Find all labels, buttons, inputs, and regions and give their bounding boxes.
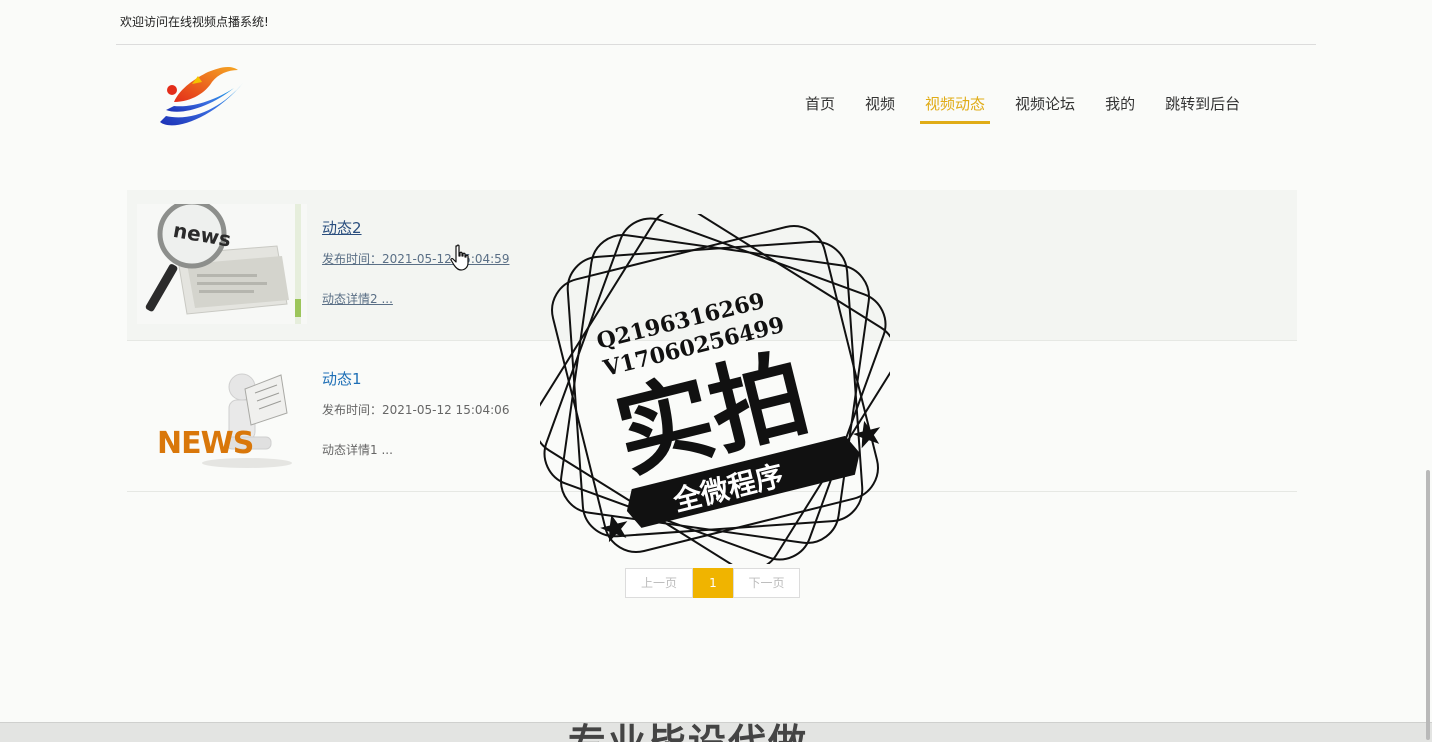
page-scrollbar[interactable] (1424, 148, 1432, 742)
next-page-button[interactable]: 下一页 (733, 568, 800, 598)
main-nav: 首页 视频 视频动态 视频论坛 我的 跳转到后台 (790, 84, 1255, 124)
pagination: 上一页 1 下一页 (625, 568, 800, 598)
nav-video[interactable]: 视频 (850, 84, 910, 124)
news-title-link[interactable]: 动态1 (322, 368, 362, 389)
news-magnifier-image: news (137, 204, 307, 324)
nav-admin[interactable]: 跳转到后台 (1150, 84, 1255, 124)
news-reader-figure-image: NEWS (137, 355, 307, 475)
stamp-graphic: Q2196316269 V17060256499 实拍 全微程序 (533, 207, 897, 571)
watermark-stamp: Q2196316269 V17060256499 实拍 全微程序 (533, 207, 897, 571)
logo-icon (160, 66, 244, 126)
news-publish-time: 发布时间：2021-05-12 15:04:06 (322, 403, 510, 417)
news-description[interactable]: 动态详情1 ... (322, 441, 393, 458)
news-thumbnail[interactable]: news (137, 204, 307, 324)
news-description[interactable]: 动态详情2 ... (322, 290, 393, 307)
prev-page-button[interactable]: 上一页 (625, 568, 693, 598)
nav-video-news[interactable]: 视频动态 (910, 84, 1000, 124)
news-title-link[interactable]: 动态2 (322, 217, 362, 238)
news-thumbnail[interactable]: NEWS (137, 355, 307, 475)
nav-mine[interactable]: 我的 (1090, 84, 1150, 124)
nav-home[interactable]: 首页 (790, 84, 850, 124)
bottom-banner-text: 专业毕设代做 (568, 712, 808, 742)
welcome-text: 欢迎访问在线视频点播系统! (120, 15, 269, 29)
nav-video-forum[interactable]: 视频论坛 (1000, 84, 1090, 124)
current-page-button[interactable]: 1 (693, 568, 733, 598)
site-logo[interactable] (152, 60, 252, 135)
scrollbar-thumb[interactable] (1426, 470, 1430, 740)
top-bar: 欢迎访问在线视频点播系统! (116, 0, 1316, 45)
svg-text:NEWS: NEWS (157, 426, 253, 461)
hand-cursor-icon (450, 244, 472, 272)
news-publish-time: 发布时间：2021-05-12 15:04:59 (322, 252, 510, 266)
